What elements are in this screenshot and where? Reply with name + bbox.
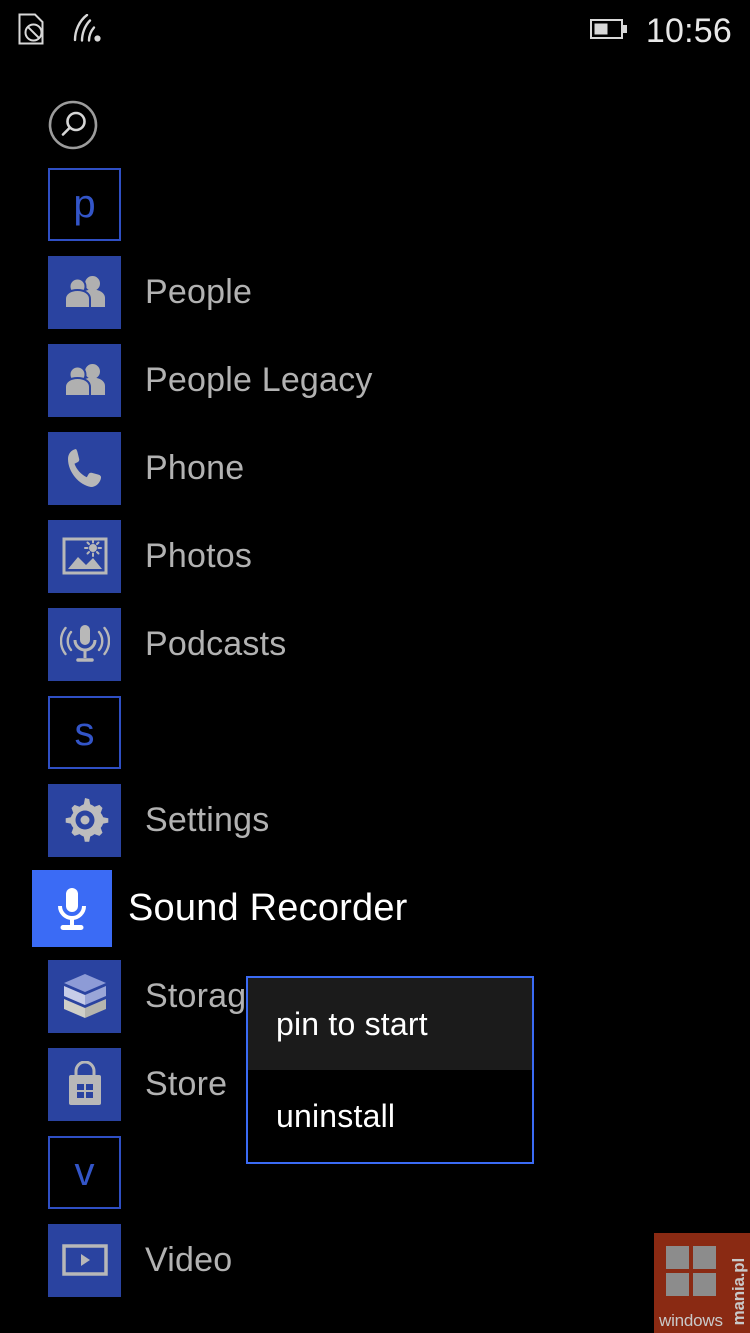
context-menu-item-pin-to-start[interactable]: pin to start: [248, 978, 532, 1070]
app-label: Phone: [145, 449, 245, 487]
letter-glyph: p: [73, 182, 96, 226]
letter-tile-s[interactable]: s: [48, 695, 121, 769]
app-tile[interactable]: [48, 1047, 121, 1121]
video-play-icon: [61, 1244, 108, 1276]
watermark-text-secondary: mania.pl: [729, 1257, 748, 1325]
app-tile[interactable]: [48, 959, 121, 1033]
letter-tile-p[interactable]: p: [48, 167, 121, 241]
app-list-letter-row-s[interactable]: s: [0, 688, 750, 776]
app-list-item-sound-recorder[interactable]: Sound Recorder: [0, 864, 750, 952]
app-list-item-people-legacy[interactable]: People Legacy: [0, 336, 750, 424]
context-menu[interactable]: pin to start uninstall: [246, 976, 534, 1164]
app-label: Sound Recorder: [128, 887, 408, 929]
app-list-item-phone[interactable]: Phone: [0, 424, 750, 512]
app-tile[interactable]: [48, 255, 121, 329]
app-label: People Legacy: [145, 361, 373, 399]
app-label: Podcasts: [145, 625, 287, 663]
logo-pane: [693, 1246, 716, 1269]
windows-logo-icon: [666, 1246, 716, 1296]
app-tile[interactable]: [48, 343, 121, 417]
letter-tile-v[interactable]: v: [48, 1135, 121, 1209]
sim-card-disabled-icon: [18, 13, 44, 50]
app-label: Settings: [145, 801, 270, 839]
search-icon: [48, 100, 98, 150]
app-list-item-settings[interactable]: Settings: [0, 776, 750, 864]
watermark: windows mania.pl: [654, 1233, 750, 1333]
app-list-item-people[interactable]: People: [0, 248, 750, 336]
app-label: People: [145, 273, 253, 311]
store-bag-icon: [68, 1061, 101, 1105]
context-menu-item-uninstall[interactable]: uninstall: [248, 1070, 532, 1162]
app-list-letter-row-p[interactable]: p: [0, 160, 750, 248]
status-bar-left-icons: [18, 13, 104, 50]
status-bar: 10:56: [0, 0, 750, 62]
letter-glyph: s: [74, 710, 95, 754]
letter-glyph: v: [74, 1150, 95, 1194]
app-tile[interactable]: [48, 1223, 121, 1297]
status-bar-clock: 10:56: [645, 12, 732, 50]
app-tile[interactable]: [48, 607, 121, 681]
app-tile-selected[interactable]: [32, 869, 112, 947]
app-tile[interactable]: [48, 783, 121, 857]
app-label: Store: [145, 1065, 228, 1103]
app-tile[interactable]: [48, 519, 121, 593]
status-bar-right: 10:56: [589, 0, 732, 62]
settings-gear-icon: [65, 798, 108, 842]
app-list-item-video[interactable]: Video: [0, 1216, 750, 1304]
wifi-icon: [70, 13, 104, 49]
people-icon: [63, 276, 105, 309]
app-list-item-podcasts[interactable]: Podcasts: [0, 600, 750, 688]
logo-pane: [666, 1246, 689, 1269]
phone-icon: [67, 449, 101, 487]
battery-icon: [589, 18, 628, 45]
logo-pane: [666, 1273, 689, 1296]
app-list-item-photos[interactable]: Photos: [0, 512, 750, 600]
photos-icon: [62, 537, 107, 575]
search-button[interactable]: [48, 100, 98, 150]
microphone-icon: [58, 888, 86, 930]
logo-pane: [693, 1273, 716, 1296]
storage-cube-icon: [63, 974, 106, 1018]
app-label: Video: [145, 1241, 233, 1279]
app-label: Photos: [145, 537, 253, 575]
podcasts-icon: [59, 625, 110, 662]
watermark-text-primary: windows: [659, 1311, 723, 1330]
app-tile[interactable]: [48, 431, 121, 505]
people-icon: [63, 364, 105, 397]
